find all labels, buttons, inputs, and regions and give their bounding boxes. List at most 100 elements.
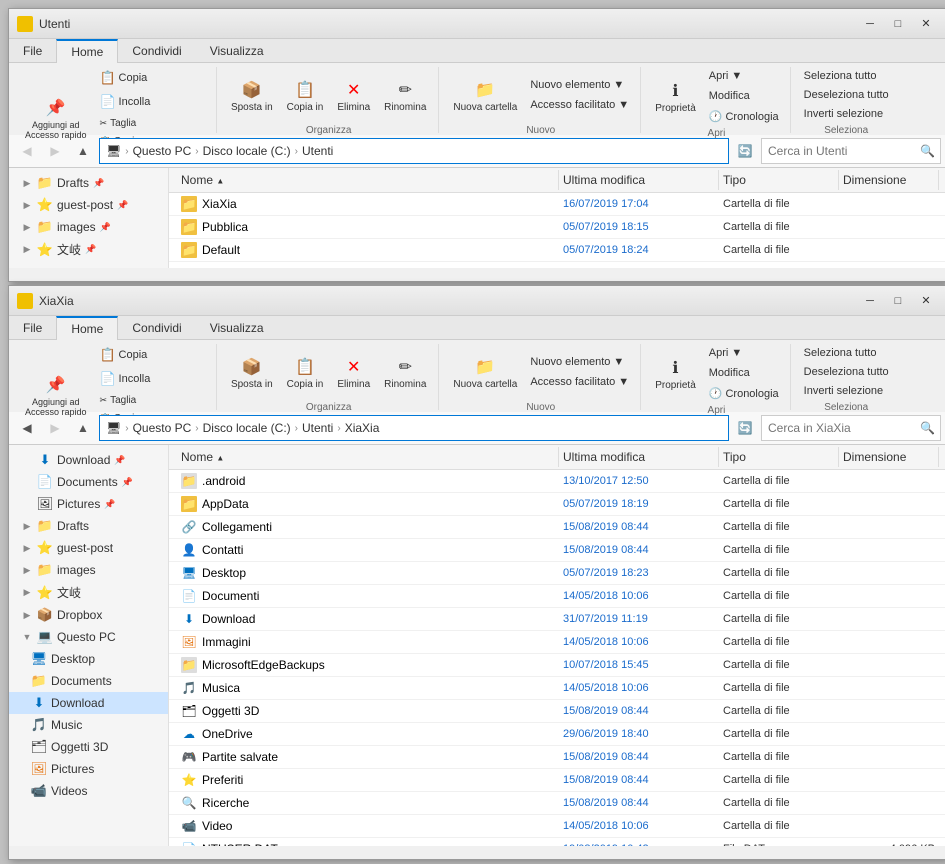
file-row-android[interactable]: 📁 .android 13/10/2017 12:50 Cartella di … bbox=[169, 470, 945, 493]
file-row-contatti[interactable]: 👤 Contatti 15/08/2019 08:44 Cartella di … bbox=[169, 539, 945, 562]
col-nome-utenti[interactable]: Nome ▲ bbox=[177, 170, 559, 190]
file-row-preferiti[interactable]: ⭐ Preferiti 15/08/2019 08:44 Cartella di… bbox=[169, 769, 945, 792]
path-utenti[interactable]: Utenti bbox=[302, 144, 333, 158]
btn-nuova-cartella-xiaxia[interactable]: 📁 Nuova cartella bbox=[447, 344, 523, 400]
col-date-xiaxia[interactable]: Ultima modifica bbox=[559, 447, 719, 467]
path-utenti-xiaxia[interactable]: Utenti bbox=[302, 421, 333, 435]
path-home-xiaxia[interactable]: 🖥 bbox=[106, 421, 121, 435]
btn-cronologia-xiaxia[interactable]: 🕐 Cronologia bbox=[704, 384, 784, 403]
file-row-onedrive[interactable]: ☁ OneDrive 29/06/2019 18:40 Cartella di … bbox=[169, 723, 945, 746]
btn-taglia-utenti[interactable]: ✂ Taglia bbox=[95, 115, 210, 132]
sidebar-item-drafts-xiaxia[interactable]: ▶ 📁 Drafts bbox=[9, 515, 168, 537]
sidebar-item-videos[interactable]: 📹 Videos bbox=[9, 780, 168, 802]
minimize-btn-xiaxia[interactable]: ─ bbox=[857, 291, 883, 311]
back-btn-utenti[interactable]: ◀ bbox=[15, 139, 39, 163]
tab-visualizza-xiaxia[interactable]: Visualizza bbox=[196, 316, 278, 339]
sidebar-item-wz-xiaxia[interactable]: ▶ ⭐ 文岐 bbox=[9, 581, 168, 604]
sidebar-item-desktop-xiaxia[interactable]: 🖥 Desktop bbox=[9, 648, 168, 670]
file-row-xiaxia[interactable]: 📁 XiaXia 16/07/2019 17:04 Cartella di fi… bbox=[169, 193, 945, 216]
btn-rinomina-utenti[interactable]: ✏ Rinomina bbox=[378, 67, 432, 123]
btn-copia-xiaxia[interactable]: 📋 Copia bbox=[95, 344, 210, 366]
up-btn-xiaxia[interactable]: ▲ bbox=[71, 416, 95, 440]
btn-incolla-utenti[interactable]: 📄 Incolla bbox=[95, 91, 210, 113]
sidebar-item-music[interactable]: 🎵 Music bbox=[9, 714, 168, 736]
forward-btn-utenti[interactable]: ▶ bbox=[43, 139, 67, 163]
path-disco-utenti[interactable]: Disco locale (C:) bbox=[203, 144, 291, 158]
btn-apri-utenti[interactable]: Apri ▼ bbox=[704, 67, 784, 85]
sidebar-item-drafts[interactable]: ▶ 📁 Drafts 📌 bbox=[9, 172, 168, 194]
tab-condividi-utenti[interactable]: Condividi bbox=[118, 39, 195, 62]
path-home-utenti[interactable]: 🖥 bbox=[106, 144, 121, 158]
btn-deseleziona-xiaxia[interactable]: Deseleziona tutto bbox=[799, 363, 894, 381]
file-row-pubblica[interactable]: 📁 Pubblica 05/07/2019 18:15 Cartella di … bbox=[169, 216, 945, 239]
file-row-documenti[interactable]: 📄 Documenti 14/05/2018 10:06 Cartella di… bbox=[169, 585, 945, 608]
file-row-ricerche[interactable]: 🔍 Ricerche 15/08/2019 08:44 Cartella di … bbox=[169, 792, 945, 815]
file-row-msedge[interactable]: 📁 MicrosoftEdgeBackups 10/07/2018 15:45 … bbox=[169, 654, 945, 677]
address-path-utenti[interactable]: 🖥 › Questo PC › Disco locale (C:) › Uten… bbox=[99, 138, 729, 164]
maximize-btn-xiaxia[interactable]: □ bbox=[885, 291, 911, 311]
sidebar-item-pictures2[interactable]: 🖼 Pictures bbox=[9, 758, 168, 780]
sidebar-item-documents[interactable]: 📄 Documents 📌 bbox=[9, 471, 168, 493]
sidebar-item-download-xiaxia[interactable]: ⬇ Download 📌 bbox=[9, 449, 168, 471]
btn-rinomina-xiaxia[interactable]: ✏ Rinomina bbox=[378, 344, 432, 400]
tab-home-utenti[interactable]: Home bbox=[56, 39, 118, 63]
btn-deseleziona-utenti[interactable]: Deseleziona tutto bbox=[799, 86, 894, 104]
col-nome-xiaxia[interactable]: Nome ▲ bbox=[177, 447, 559, 467]
btn-modifica-utenti[interactable]: Modifica bbox=[704, 87, 784, 105]
btn-elimina-xiaxia[interactable]: ✕ Elimina bbox=[331, 344, 376, 400]
btn-inverti-utenti[interactable]: Inverti selezione bbox=[799, 105, 889, 123]
file-row-desktop[interactable]: 🖥 Desktop 05/07/2019 18:23 Cartella di f… bbox=[169, 562, 945, 585]
sidebar-item-guest-post[interactable]: ▶ ⭐ guest-post 📌 bbox=[9, 194, 168, 216]
col-size-xiaxia[interactable]: Dimensione bbox=[839, 447, 939, 467]
btn-accesso-facilitato-xiaxia[interactable]: Accesso facilitato ▼ bbox=[525, 373, 634, 391]
btn-proprieta-xiaxia[interactable]: ℹ Proprietà bbox=[649, 346, 702, 402]
path-questo-pc-xiaxia[interactable]: Questo PC bbox=[133, 421, 192, 435]
minimize-btn-utenti[interactable]: ─ bbox=[857, 14, 883, 34]
path-questo-pc-utenti[interactable]: Questo PC bbox=[133, 144, 192, 158]
sidebar-item-documents2[interactable]: 📁 Documents bbox=[9, 670, 168, 692]
btn-proprieta-utenti[interactable]: ℹ Proprietà bbox=[649, 69, 702, 125]
file-row-musica[interactable]: 🎵 Musica 14/05/2018 10:06 Cartella di fi… bbox=[169, 677, 945, 700]
sidebar-item-questo-pc[interactable]: ▼ 💻 Questo PC bbox=[9, 626, 168, 648]
forward-btn-xiaxia[interactable]: ▶ bbox=[43, 416, 67, 440]
sidebar-item-oggetti3d[interactable]: 🗂 Oggetti 3D bbox=[9, 736, 168, 758]
btn-accesso-facilitato-utenti[interactable]: Accesso facilitato ▼ bbox=[525, 96, 634, 114]
btn-nuovo-elemento-utenti[interactable]: Nuovo elemento ▼ bbox=[525, 76, 634, 94]
tab-file-xiaxia[interactable]: File bbox=[9, 316, 56, 339]
file-row-oggetti3d[interactable]: 🗂 Oggetti 3D 15/08/2019 08:44 Cartella d… bbox=[169, 700, 945, 723]
maximize-btn-utenti[interactable]: □ bbox=[885, 14, 911, 34]
sidebar-item-wz[interactable]: ▶ ⭐ 文岐 📌 bbox=[9, 238, 168, 261]
refresh-btn-utenti[interactable]: 🔄 bbox=[733, 139, 757, 163]
tab-visualizza-utenti[interactable]: Visualizza bbox=[196, 39, 278, 62]
col-date-utenti[interactable]: Ultima modifica bbox=[559, 170, 719, 190]
tab-condividi-xiaxia[interactable]: Condividi bbox=[118, 316, 195, 339]
col-type-xiaxia[interactable]: Tipo bbox=[719, 447, 839, 467]
btn-aggiungi-xiaxia[interactable]: 📌 Aggiungi adAccesso rapido bbox=[19, 367, 93, 423]
btn-nuovo-elemento-xiaxia[interactable]: Nuovo elemento ▼ bbox=[525, 353, 634, 371]
sidebar-item-images[interactable]: ▶ 📁 images 📌 bbox=[9, 216, 168, 238]
sidebar-item-images-xiaxia[interactable]: ▶ 📁 images bbox=[9, 559, 168, 581]
btn-apri-xiaxia[interactable]: Apri ▼ bbox=[704, 344, 784, 362]
btn-aggiungi-utenti[interactable]: 📌 Aggiungi adAccesso rapido bbox=[19, 90, 93, 146]
btn-copia-in-utenti[interactable]: 📋 Copia in bbox=[281, 67, 330, 123]
up-btn-utenti[interactable]: ▲ bbox=[71, 139, 95, 163]
btn-incolla-xiaxia[interactable]: 📄 Incolla bbox=[95, 368, 210, 390]
file-row-immagini[interactable]: 🖼 Immagini 14/05/2018 10:06 Cartella di … bbox=[169, 631, 945, 654]
close-btn-utenti[interactable]: ✕ bbox=[913, 14, 939, 34]
sidebar-item-download2[interactable]: ⬇ Download bbox=[9, 692, 168, 714]
file-row-default[interactable]: 📁 Default 05/07/2019 18:24 Cartella di f… bbox=[169, 239, 945, 262]
refresh-btn-xiaxia[interactable]: 🔄 bbox=[733, 416, 757, 440]
sidebar-item-guestpost-xiaxia[interactable]: ▶ ⭐ guest-post bbox=[9, 537, 168, 559]
btn-taglia-xiaxia[interactable]: ✂ Taglia bbox=[95, 392, 210, 409]
btn-modifica-xiaxia[interactable]: Modifica bbox=[704, 364, 784, 382]
btn-sposta-xiaxia[interactable]: 📦 Sposta in bbox=[225, 344, 279, 400]
path-xiaxia[interactable]: XiaXia bbox=[345, 421, 380, 435]
search-input-xiaxia[interactable] bbox=[761, 415, 941, 441]
search-input-utenti[interactable] bbox=[761, 138, 941, 164]
address-path-xiaxia[interactable]: 🖥 › Questo PC › Disco locale (C:) › Uten… bbox=[99, 415, 729, 441]
path-disco-xiaxia[interactable]: Disco locale (C:) bbox=[203, 421, 291, 435]
file-row-appdata[interactable]: 📁 AppData 05/07/2019 18:19 Cartella di f… bbox=[169, 493, 945, 516]
btn-seleziona-tutto-xiaxia[interactable]: Seleziona tutto bbox=[799, 344, 882, 362]
col-type-utenti[interactable]: Tipo bbox=[719, 170, 839, 190]
sidebar-item-dropbox[interactable]: ▶ 📦 Dropbox bbox=[9, 604, 168, 626]
